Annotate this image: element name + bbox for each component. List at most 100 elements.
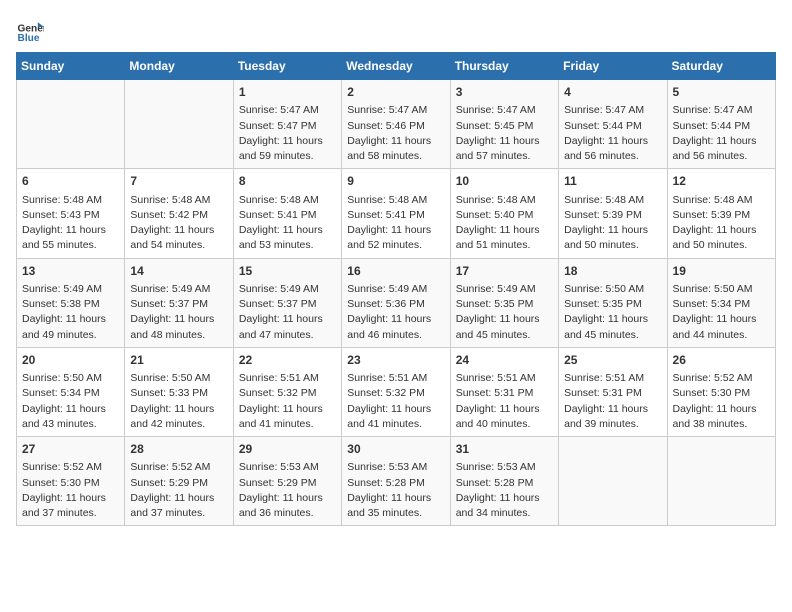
cell-content: Sunrise: 5:49 AMSunset: 5:37 PMDaylight:… xyxy=(130,282,227,343)
cell-content: Sunrise: 5:48 AMSunset: 5:41 PMDaylight:… xyxy=(347,193,444,254)
logo: General Blue xyxy=(16,16,48,44)
cell-content: Sunrise: 5:53 AMSunset: 5:28 PMDaylight:… xyxy=(456,460,553,521)
calendar-week-row: 20 Sunrise: 5:50 AMSunset: 5:34 PMDayligh… xyxy=(17,347,776,436)
cell-content: Sunrise: 5:47 AMSunset: 5:47 PMDaylight:… xyxy=(239,103,336,164)
cell-content: Sunrise: 5:48 AMSunset: 5:39 PMDaylight:… xyxy=(564,193,661,254)
logo-icon: General Blue xyxy=(16,16,44,44)
day-number: 20 xyxy=(22,352,119,369)
day-number: 16 xyxy=(347,263,444,280)
calendar-cell: 13 Sunrise: 5:49 AMSunset: 5:38 PMDayligh… xyxy=(17,258,125,347)
weekday-header-wednesday: Wednesday xyxy=(342,53,450,80)
day-number: 7 xyxy=(130,173,227,190)
day-number: 25 xyxy=(564,352,661,369)
weekday-header-monday: Monday xyxy=(125,53,233,80)
calendar-cell: 19Sunrise: 5:50 AMSunset: 5:34 PMDayligh… xyxy=(667,258,775,347)
cell-content: Sunrise: 5:48 AMSunset: 5:43 PMDaylight:… xyxy=(22,193,119,254)
calendar-cell: 24Sunrise: 5:51 AMSunset: 5:31 PMDayligh… xyxy=(450,347,558,436)
calendar-cell: 14 Sunrise: 5:49 AMSunset: 5:37 PMDayligh… xyxy=(125,258,233,347)
cell-content: Sunrise: 5:50 AMSunset: 5:34 PMDaylight:… xyxy=(673,282,770,343)
cell-content: Sunrise: 5:50 AMSunset: 5:33 PMDaylight:… xyxy=(130,371,227,432)
calendar-cell: 2Sunrise: 5:47 AMSunset: 5:46 PMDaylight… xyxy=(342,80,450,169)
day-number: 9 xyxy=(347,173,444,190)
cell-content: Sunrise: 5:52 AMSunset: 5:30 PMDaylight:… xyxy=(673,371,770,432)
day-number: 10 xyxy=(456,173,553,190)
calendar-body: 1Sunrise: 5:47 AMSunset: 5:47 PMDaylight… xyxy=(17,80,776,526)
day-number: 29 xyxy=(239,441,336,458)
calendar-cell: 9 Sunrise: 5:48 AMSunset: 5:41 PMDaylight… xyxy=(342,169,450,258)
weekday-header-friday: Friday xyxy=(559,53,667,80)
day-number: 22 xyxy=(239,352,336,369)
cell-content: Sunrise: 5:49 AMSunset: 5:38 PMDaylight:… xyxy=(22,282,119,343)
day-number: 15 xyxy=(239,263,336,280)
calendar-cell: 27 Sunrise: 5:52 AMSunset: 5:30 PMDayligh… xyxy=(17,437,125,526)
day-number: 13 xyxy=(22,263,119,280)
svg-text:Blue: Blue xyxy=(18,33,40,44)
cell-content: Sunrise: 5:51 AMSunset: 5:31 PMDaylight:… xyxy=(564,371,661,432)
cell-content: Sunrise: 5:48 AMSunset: 5:40 PMDaylight:… xyxy=(456,193,553,254)
day-number: 26 xyxy=(673,352,770,369)
day-number: 17 xyxy=(456,263,553,280)
calendar-cell: 11 Sunrise: 5:48 AMSunset: 5:39 PMDayligh… xyxy=(559,169,667,258)
day-number: 8 xyxy=(239,173,336,190)
weekday-header-thursday: Thursday xyxy=(450,53,558,80)
calendar-cell: 17 Sunrise: 5:49 AMSunset: 5:35 PMDayligh… xyxy=(450,258,558,347)
calendar-cell: 8 Sunrise: 5:48 AMSunset: 5:41 PMDaylight… xyxy=(233,169,341,258)
calendar-cell: 15 Sunrise: 5:49 AMSunset: 5:37 PMDayligh… xyxy=(233,258,341,347)
cell-content: Sunrise: 5:53 AMSunset: 5:28 PMDaylight:… xyxy=(347,460,444,521)
cell-content: Sunrise: 5:53 AMSunset: 5:29 PMDaylight:… xyxy=(239,460,336,521)
calendar-cell: 30 Sunrise: 5:53 AMSunset: 5:28 PMDayligh… xyxy=(342,437,450,526)
cell-content: Sunrise: 5:50 AMSunset: 5:35 PMDaylight:… xyxy=(564,282,661,343)
day-number: 21 xyxy=(130,352,227,369)
calendar-cell: 31Sunrise: 5:53 AMSunset: 5:28 PMDayligh… xyxy=(450,437,558,526)
day-number: 6 xyxy=(22,173,119,190)
calendar-cell: 26 Sunrise: 5:52 AMSunset: 5:30 PMDayligh… xyxy=(667,347,775,436)
day-number: 23 xyxy=(347,352,444,369)
calendar-cell: 22 Sunrise: 5:51 AMSunset: 5:32 PMDayligh… xyxy=(233,347,341,436)
calendar-week-row: 1Sunrise: 5:47 AMSunset: 5:47 PMDaylight… xyxy=(17,80,776,169)
calendar-cell: 4 Sunrise: 5:47 AMSunset: 5:44 PMDaylight… xyxy=(559,80,667,169)
weekday-header-saturday: Saturday xyxy=(667,53,775,80)
calendar-cell: 3 Sunrise: 5:47 AMSunset: 5:45 PMDaylight… xyxy=(450,80,558,169)
calendar-cell xyxy=(125,80,233,169)
cell-content: Sunrise: 5:51 AMSunset: 5:32 PMDaylight:… xyxy=(239,371,336,432)
calendar-cell: 6 Sunrise: 5:48 AMSunset: 5:43 PMDaylight… xyxy=(17,169,125,258)
day-number: 12 xyxy=(673,173,770,190)
day-number: 27 xyxy=(22,441,119,458)
day-number: 3 xyxy=(456,84,553,101)
day-number: 28 xyxy=(130,441,227,458)
calendar-cell: 7Sunrise: 5:48 AMSunset: 5:42 PMDaylight… xyxy=(125,169,233,258)
cell-content: Sunrise: 5:47 AMSunset: 5:45 PMDaylight:… xyxy=(456,103,553,164)
cell-content: Sunrise: 5:48 AMSunset: 5:39 PMDaylight:… xyxy=(673,193,770,254)
weekday-header-row: SundayMondayTuesdayWednesdayThursdayFrid… xyxy=(17,53,776,80)
calendar-table: SundayMondayTuesdayWednesdayThursdayFrid… xyxy=(16,52,776,526)
calendar-cell: 28Sunrise: 5:52 AMSunset: 5:29 PMDayligh… xyxy=(125,437,233,526)
weekday-header-tuesday: Tuesday xyxy=(233,53,341,80)
calendar-cell xyxy=(667,437,775,526)
day-number: 14 xyxy=(130,263,227,280)
weekday-header-sunday: Sunday xyxy=(17,53,125,80)
day-number: 5 xyxy=(673,84,770,101)
calendar-cell: 5Sunrise: 5:47 AMSunset: 5:44 PMDaylight… xyxy=(667,80,775,169)
day-number: 30 xyxy=(347,441,444,458)
cell-content: Sunrise: 5:49 AMSunset: 5:35 PMDaylight:… xyxy=(456,282,553,343)
calendar-cell: 10 Sunrise: 5:48 AMSunset: 5:40 PMDayligh… xyxy=(450,169,558,258)
calendar-cell xyxy=(559,437,667,526)
day-number: 2 xyxy=(347,84,444,101)
cell-content: Sunrise: 5:49 AMSunset: 5:36 PMDaylight:… xyxy=(347,282,444,343)
calendar-cell: 29 Sunrise: 5:53 AMSunset: 5:29 PMDayligh… xyxy=(233,437,341,526)
calendar-cell: 1Sunrise: 5:47 AMSunset: 5:47 PMDaylight… xyxy=(233,80,341,169)
cell-content: Sunrise: 5:47 AMSunset: 5:44 PMDaylight:… xyxy=(564,103,661,164)
cell-content: Sunrise: 5:52 AMSunset: 5:30 PMDaylight:… xyxy=(22,460,119,521)
cell-content: Sunrise: 5:48 AMSunset: 5:41 PMDaylight:… xyxy=(239,193,336,254)
cell-content: Sunrise: 5:50 AMSunset: 5:34 PMDaylight:… xyxy=(22,371,119,432)
page-header: General Blue xyxy=(16,16,776,44)
day-number: 4 xyxy=(564,84,661,101)
calendar-header: SundayMondayTuesdayWednesdayThursdayFrid… xyxy=(17,53,776,80)
calendar-cell: 18Sunrise: 5:50 AMSunset: 5:35 PMDayligh… xyxy=(559,258,667,347)
calendar-cell xyxy=(17,80,125,169)
cell-content: Sunrise: 5:51 AMSunset: 5:32 PMDaylight:… xyxy=(347,371,444,432)
cell-content: Sunrise: 5:49 AMSunset: 5:37 PMDaylight:… xyxy=(239,282,336,343)
calendar-cell: 25 Sunrise: 5:51 AMSunset: 5:31 PMDayligh… xyxy=(559,347,667,436)
calendar-cell: 21 Sunrise: 5:50 AMSunset: 5:33 PMDayligh… xyxy=(125,347,233,436)
day-number: 11 xyxy=(564,173,661,190)
